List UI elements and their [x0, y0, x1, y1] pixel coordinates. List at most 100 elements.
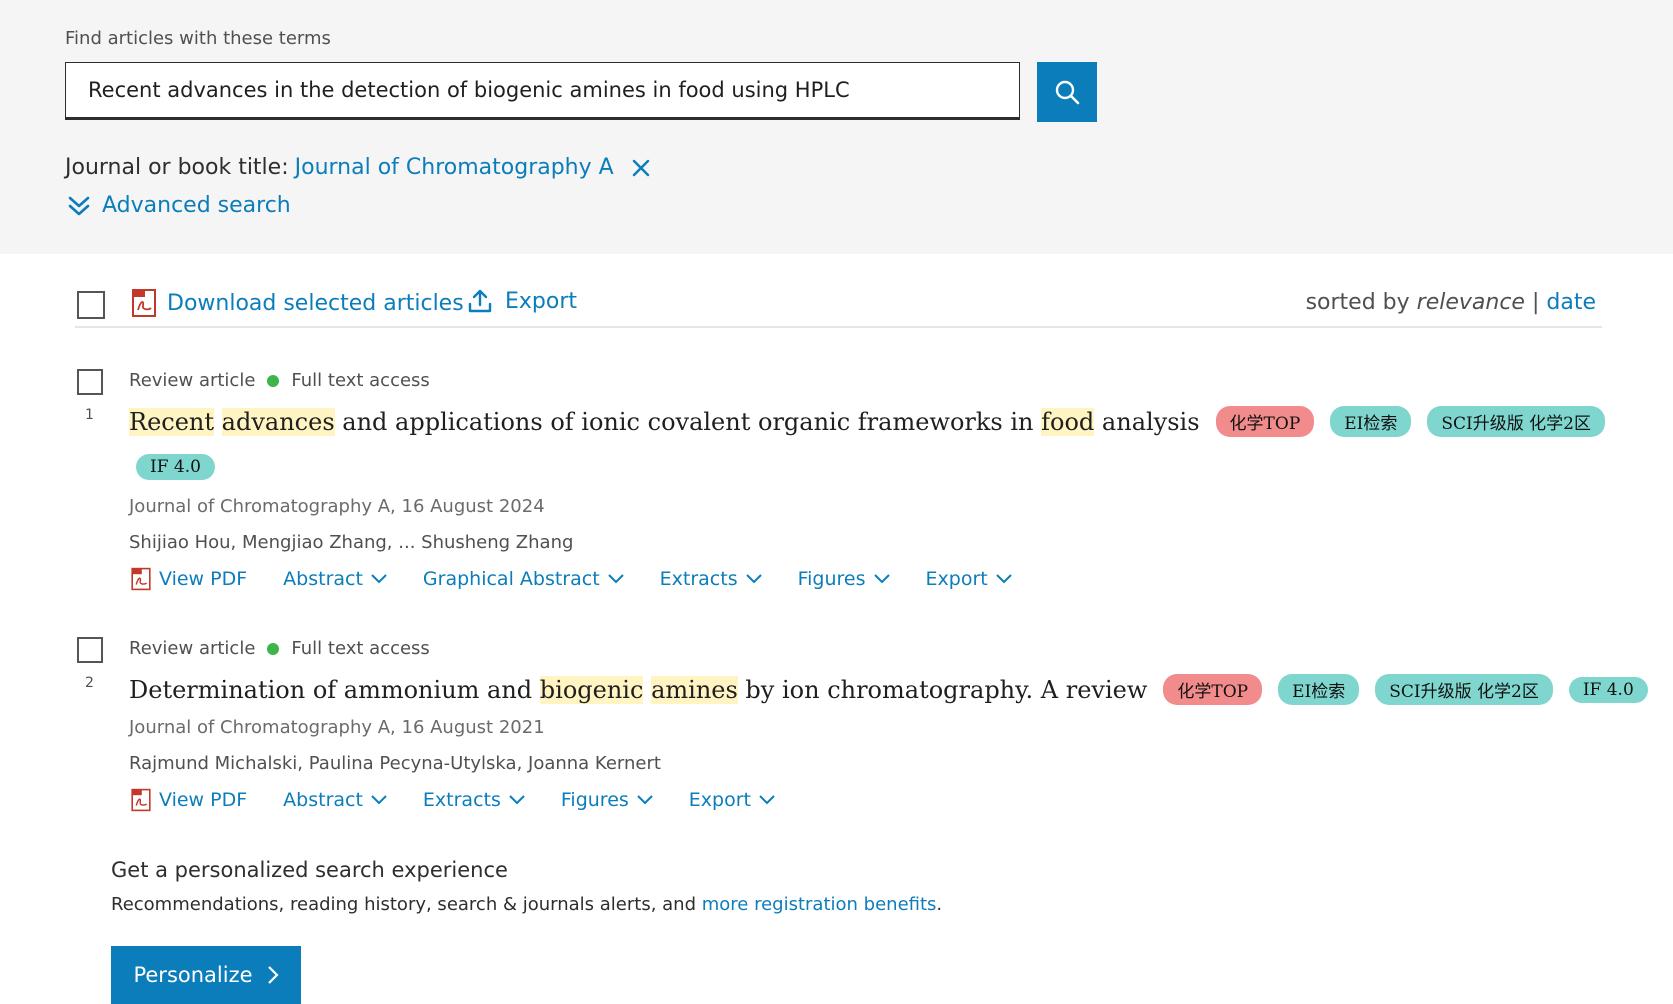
title-text [643, 676, 651, 704]
sort-prefix: sorted by [1305, 290, 1410, 315]
title-text: analysis [1094, 407, 1200, 436]
search-input[interactable] [66, 63, 1019, 117]
badge-ei: EI检索 [1278, 674, 1360, 705]
divider [75, 326, 1602, 328]
chevron-down-icon [371, 795, 387, 805]
promo-title: Get a personalized search experience [111, 858, 508, 882]
extracts-toggle[interactable]: Extracts [423, 789, 525, 811]
pdf-icon [131, 567, 151, 591]
upload-icon [468, 289, 492, 313]
result-actions: View PDF Abstract Graphical Abstract Ext… [129, 567, 1048, 591]
article-type: Review article [129, 370, 256, 391]
title-highlight: advances [221, 407, 335, 436]
badge-if: IF 4.0 [136, 454, 215, 480]
extracts-label: Extracts [659, 568, 738, 590]
abstract-label: Abstract [283, 789, 363, 811]
view-pdf-label: View PDF [159, 568, 248, 590]
result-authors: Rajmund Michalski, Paulina Pecyna-Utylsk… [129, 753, 661, 774]
result-number: 2 [85, 675, 94, 691]
chevron-down-icon [745, 574, 762, 584]
title-highlight: Recent [129, 407, 215, 436]
badge-ei: EI检索 [1330, 406, 1412, 437]
chevron-down-icon [873, 574, 890, 584]
badge-sci: SCI升级版 化学2区 [1427, 406, 1605, 437]
result-badge-row: IF 4.0 [120, 454, 215, 480]
double-chevron-down-icon [68, 195, 90, 217]
figures-label: Figures [797, 568, 866, 590]
badge-sci: SCI升级版 化学2区 [1375, 674, 1553, 705]
advanced-search-toggle[interactable]: Advanced search [68, 193, 291, 218]
result-title-link[interactable]: Recent advances and applications of ioni… [129, 407, 1200, 436]
search-field[interactable] [65, 62, 1020, 120]
chevron-down-icon [509, 795, 525, 805]
chevron-down-icon [637, 795, 653, 805]
promo-text-body: Recommendations, reading history, search… [111, 894, 702, 915]
export-label: Export [925, 568, 988, 590]
sort-separator: | [1531, 290, 1540, 315]
result-journal: Journal of Chromatography A, 16 August 2… [129, 717, 545, 738]
title-text: by ion chromatography. A review [737, 675, 1148, 704]
promo-text-end: . [936, 894, 943, 915]
journal-filter-label: Journal or book title: [65, 155, 289, 180]
pdf-icon [132, 289, 156, 317]
close-icon[interactable] [632, 159, 650, 177]
chevron-right-icon [267, 966, 279, 984]
journal-filter: Journal or book title: Journal of Chroma… [65, 155, 650, 180]
access-dot-icon [267, 374, 280, 387]
abstract-toggle[interactable]: Abstract [283, 568, 387, 590]
chevron-down-icon [607, 574, 624, 584]
graphical-abstract-label: Graphical Abstract [422, 568, 600, 590]
view-pdf-label: View PDF [159, 789, 248, 811]
promo-text: Recommendations, reading history, search… [111, 894, 942, 915]
figures-toggle[interactable]: Figures [561, 789, 653, 811]
result-title-row: Recent advances and applications of ioni… [129, 406, 1605, 437]
sort-control: sorted by relevance | date [1306, 290, 1596, 315]
download-selected-button[interactable]: Download selected articles [129, 288, 464, 318]
badge-top: 化学TOP [1215, 406, 1315, 437]
abstract-label: Abstract [283, 568, 363, 590]
title-text: Determination of ammonium and [129, 675, 540, 704]
search-label: Find articles with these terms [65, 28, 331, 49]
advanced-search-label: Advanced search [102, 193, 291, 218]
personalize-label: Personalize [133, 963, 253, 987]
access-dot-icon [267, 642, 280, 655]
figures-toggle[interactable]: Figures [798, 568, 890, 590]
result-title-link[interactable]: Determination of ammonium and biogenic a… [129, 675, 1148, 704]
chevron-down-icon [371, 574, 387, 584]
personalize-button[interactable]: Personalize [111, 946, 301, 1004]
export-toggle[interactable]: Export [689, 789, 775, 811]
export-button[interactable]: Export [467, 288, 577, 314]
sort-date-link[interactable]: date [1546, 290, 1596, 315]
export-toggle[interactable]: Export [926, 568, 1012, 590]
search-icon [1055, 80, 1080, 105]
result-title-row: Determination of ammonium and biogenic a… [129, 674, 1648, 705]
export-label: Export [505, 288, 578, 314]
title-text [214, 408, 222, 436]
result-journal: Journal of Chromatography A, 16 August 2… [129, 496, 545, 517]
select-all-checkbox[interactable] [77, 291, 105, 319]
title-highlight: biogenic [539, 675, 644, 704]
sort-relevance: relevance [1416, 290, 1525, 315]
article-type: Review article [129, 638, 256, 659]
journal-filter-value[interactable]: Journal of Chromatography A [295, 155, 614, 180]
abstract-toggle[interactable]: Abstract [283, 789, 387, 811]
extracts-toggle[interactable]: Extracts [660, 568, 762, 590]
title-highlight: amines [651, 675, 738, 704]
result-checkbox[interactable] [77, 369, 103, 395]
badge-top: 化学TOP [1163, 674, 1263, 705]
search-panel: Find articles with these terms Journal o… [0, 0, 1673, 254]
export-label: Export [688, 789, 751, 811]
chevron-down-icon [996, 574, 1012, 584]
extracts-label: Extracts [422, 789, 501, 811]
result-checkbox[interactable] [77, 637, 103, 663]
search-button[interactable] [1037, 62, 1097, 122]
badge-if: IF 4.0 [1568, 676, 1648, 703]
figures-label: Figures [560, 789, 629, 811]
view-pdf-link[interactable]: View PDF [129, 567, 247, 591]
access-label: Full text access [291, 638, 430, 659]
registration-benefits-link[interactable]: more registration benefits [702, 894, 937, 915]
result-meta: Review article Full text access [129, 370, 430, 391]
view-pdf-link[interactable]: View PDF [129, 788, 247, 812]
graphical-abstract-toggle[interactable]: Graphical Abstract [423, 568, 624, 590]
result-actions: View PDF Abstract Extracts Figures Expor… [129, 788, 811, 812]
